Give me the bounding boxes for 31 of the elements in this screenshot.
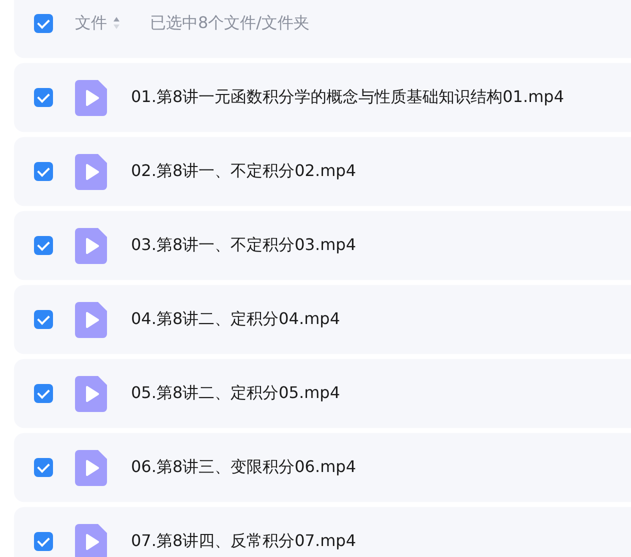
checkbox[interactable] [34,88,53,107]
checkbox[interactable] [34,162,53,181]
video-file-icon [75,154,107,190]
file-row[interactable]: 04.第8讲二、定积分04.mp4 [14,285,631,354]
checkbox[interactable] [34,310,53,329]
file-name[interactable]: 04.第8讲二、定积分04.mp4 [131,309,340,330]
sort-icon[interactable] [113,16,120,30]
file-name[interactable]: 01.第8讲一元函数积分学的概念与性质基础知识结构01.mp4 [131,87,564,108]
video-file-icon [75,376,107,412]
file-row[interactable]: 01.第8讲一元函数积分学的概念与性质基础知识结构01.mp4 [14,63,631,132]
file-name[interactable]: 06.第8讲三、变限积分06.mp4 [131,457,356,478]
file-row[interactable]: 05.第8讲二、定积分05.mp4 [14,359,631,428]
checkbox[interactable] [34,384,53,403]
video-file-icon [75,450,107,486]
file-row[interactable]: 06.第8讲三、变限积分06.mp4 [14,433,631,502]
file-row[interactable]: 02.第8讲一、不定积分02.mp4 [14,137,631,206]
checkbox[interactable] [34,532,53,551]
video-file-icon [75,80,107,116]
checkbox[interactable] [34,458,53,477]
video-file-icon [75,302,107,338]
file-name[interactable]: 03.第8讲一、不定积分03.mp4 [131,235,356,256]
selection-count: 已选中8个文件/文件夹 [150,12,310,34]
file-row[interactable]: 03.第8讲一、不定积分03.mp4 [14,211,631,280]
file-name[interactable]: 05.第8讲二、定积分05.mp4 [131,383,340,404]
file-name[interactable]: 02.第8讲一、不定积分02.mp4 [131,161,356,182]
file-name[interactable]: 07.第8讲四、反常积分07.mp4 [131,531,356,552]
video-file-icon [75,524,107,557]
file-row[interactable]: 07.第8讲四、反常积分07.mp4 [14,507,631,557]
checkbox[interactable] [34,14,53,32]
video-file-icon [75,228,107,264]
checkbox[interactable] [34,236,53,255]
